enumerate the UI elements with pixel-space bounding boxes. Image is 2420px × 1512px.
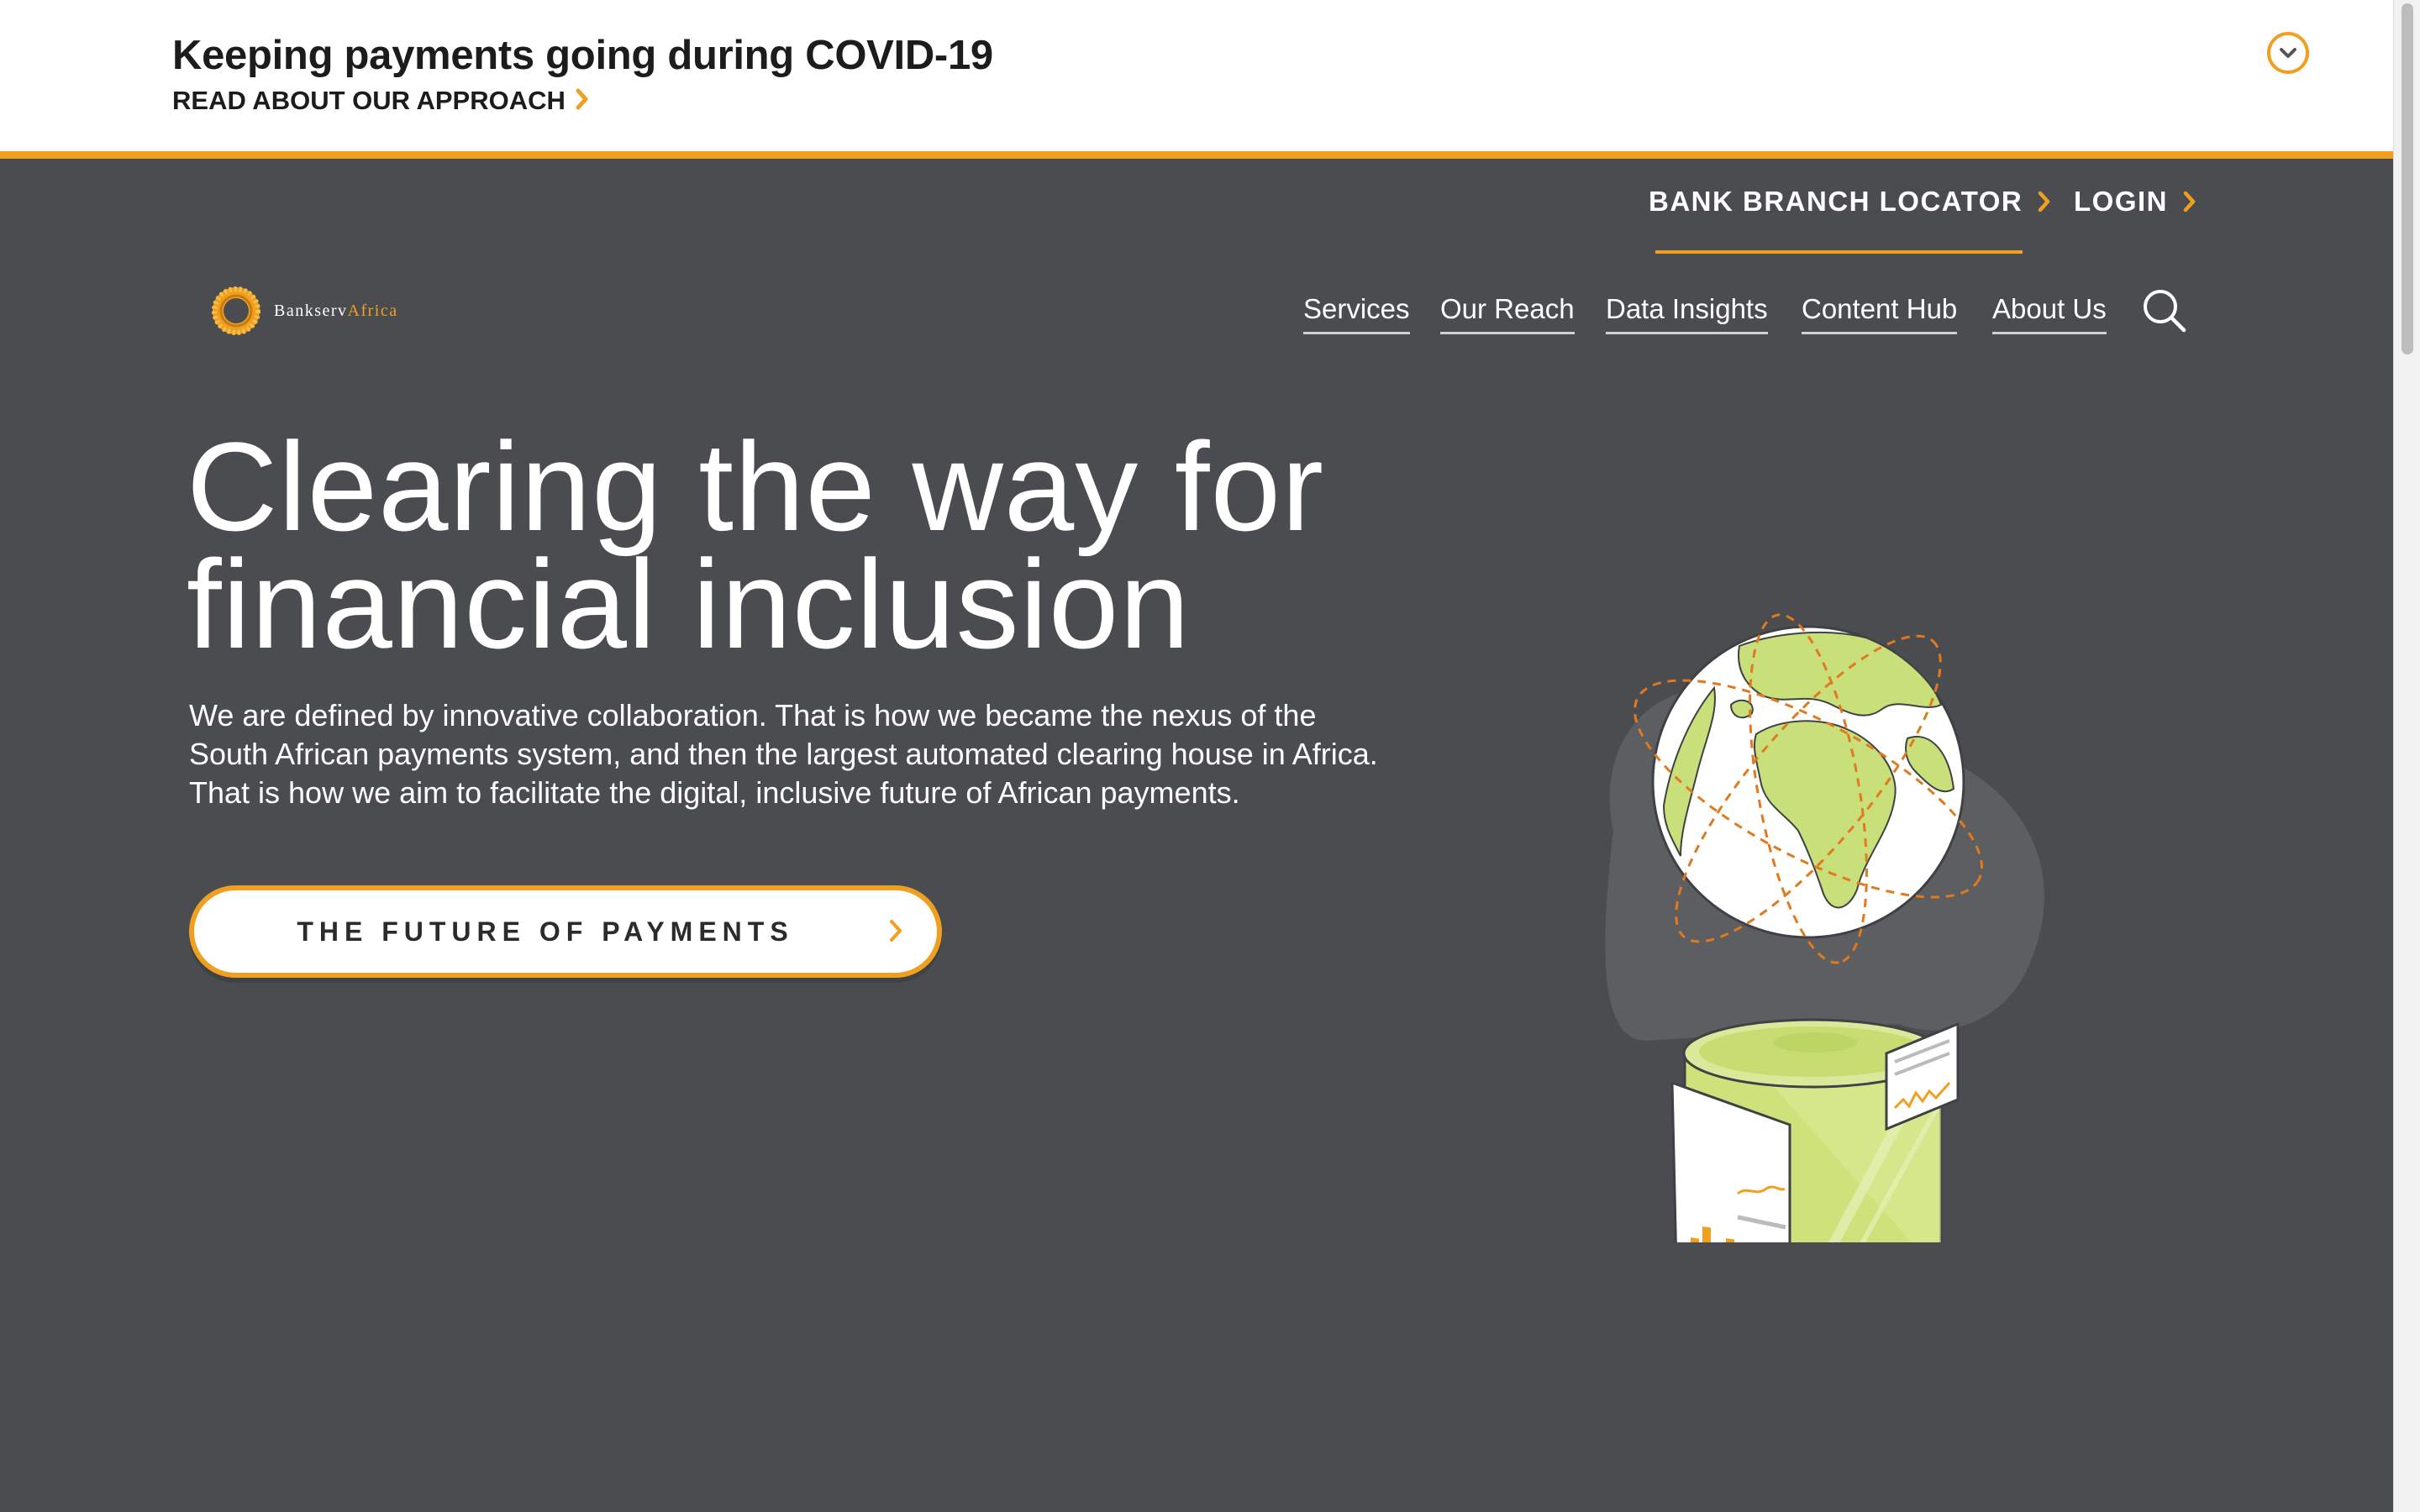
covid-notice-banner: Keeping payments going during COVID-19 R… (0, 0, 2393, 151)
banner-accent-divider (0, 151, 2393, 159)
nav-item-about-us[interactable]: About Us (1992, 293, 2107, 334)
hero-headline-line-1: Clearing the way for (187, 416, 1324, 557)
chevron-right-icon (2038, 191, 2051, 213)
chevron-right-icon (2183, 191, 2196, 213)
hero-section: BANK BRANCH LOCATOR LOGIN BankservAfrica… (0, 159, 2393, 1512)
bank-branch-locator-label: BANK BRANCH LOCATOR (1649, 186, 2023, 217)
sun-logo-icon (207, 281, 266, 340)
chevron-right-icon (888, 918, 903, 943)
globe-over-server-illustration (1546, 436, 2084, 1336)
chevron-down-icon (2278, 46, 2298, 60)
page-scrollbar[interactable] (2393, 0, 2420, 1512)
logo-wordmark-africa: Africa (347, 301, 398, 320)
future-of-payments-button[interactable]: THE FUTURE OF PAYMENTS (189, 885, 942, 978)
nav-item-data-insights[interactable]: Data Insights (1606, 293, 1768, 334)
nav-item-services[interactable]: Services (1303, 293, 1410, 334)
logo-wordmark-bankserv: Bankserv (274, 301, 348, 320)
hero-headline-line-2: financial inclusion (187, 533, 1191, 675)
read-approach-label: READ ABOUT OUR APPROACH (172, 86, 566, 115)
search-button[interactable] (2141, 287, 2188, 334)
login-link[interactable]: LOGIN (2074, 186, 2196, 218)
read-approach-link[interactable]: READ ABOUT OUR APPROACH (172, 86, 589, 116)
nav-item-our-reach[interactable]: Our Reach (1440, 293, 1575, 334)
chevron-right-icon (576, 88, 589, 114)
bankservafrica-logo[interactable]: BankservAfrica (207, 281, 398, 340)
server-cylinder (1670, 1018, 1960, 1336)
nav-item-content-hub[interactable]: Content Hub (1802, 293, 1958, 334)
banner-collapse-button[interactable] (2267, 32, 2309, 74)
hero-headline: Clearing the way for financial inclusion (187, 416, 1447, 675)
banner-title: Keeping payments going during COVID-19 (172, 33, 993, 78)
hero-description: We are defined by innovative collaborati… (189, 698, 1378, 810)
active-link-underline (1655, 250, 2023, 254)
login-label: LOGIN (2074, 186, 2168, 217)
scrollbar-thumb[interactable] (2402, 3, 2413, 354)
bank-branch-locator-link[interactable]: BANK BRANCH LOCATOR (1649, 186, 2051, 254)
search-icon (2141, 287, 2188, 334)
logo-wordmark: BankservAfrica (274, 302, 398, 321)
future-of-payments-label: THE FUTURE OF PAYMENTS (297, 916, 794, 947)
